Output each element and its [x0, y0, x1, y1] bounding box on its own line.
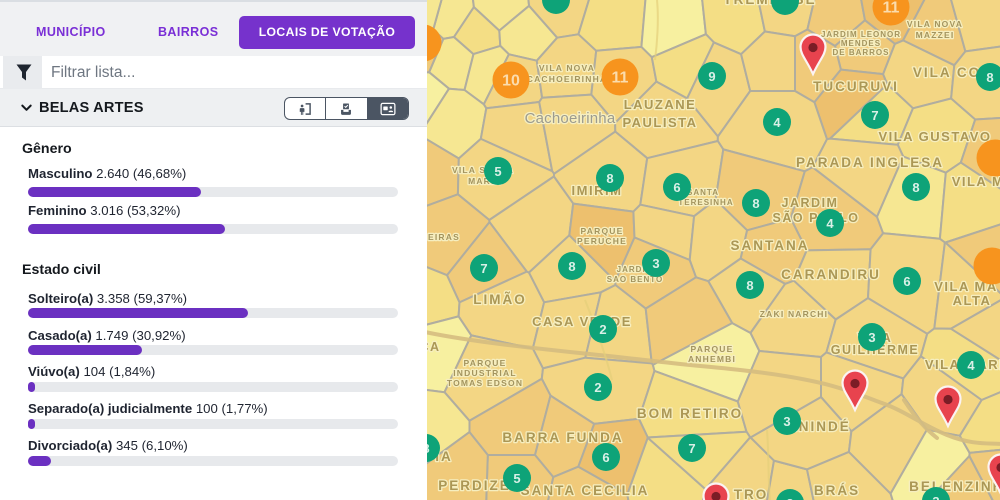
svg-text:8: 8 — [606, 171, 613, 186]
svg-text:ÇA: ÇA — [427, 340, 441, 354]
svg-text:CASA VERDE: CASA VERDE — [532, 314, 632, 329]
svg-text:3: 3 — [868, 330, 875, 345]
svg-text:4: 4 — [967, 358, 975, 373]
svg-text:TOMAS EDSON: TOMAS EDSON — [447, 378, 523, 388]
svg-text:LAUZANE: LAUZANE — [624, 97, 697, 112]
svg-text:BELENZINHO: BELENZINHO — [909, 479, 1000, 494]
svg-text:6: 6 — [602, 450, 609, 465]
svg-text:INDUSTRIAL: INDUSTRIAL — [453, 368, 516, 378]
svg-text:7: 7 — [871, 108, 878, 123]
svg-text:5: 5 — [494, 164, 501, 179]
svg-text:8: 8 — [568, 259, 575, 274]
svg-text:TERESINHA: TERESINHA — [678, 198, 733, 207]
svg-text:TUCURUVI: TUCURUVI — [813, 79, 899, 94]
svg-text:DE BARROS: DE BARROS — [832, 48, 889, 57]
svg-text:BARRA FUNDA: BARRA FUNDA — [502, 430, 623, 445]
svg-text:11: 11 — [883, 0, 900, 17]
svg-text:SANTA: SANTA — [687, 188, 719, 197]
svg-text:6: 6 — [903, 274, 910, 289]
svg-text:Cachoeirinha: Cachoeirinha — [525, 110, 616, 127]
svg-text:SÃO PAULO: SÃO PAULO — [773, 210, 860, 225]
svg-text:VILA NOVA: VILA NOVA — [907, 19, 963, 29]
svg-text:MENDES: MENDES — [841, 39, 881, 48]
svg-text:JARDIM: JARDIM — [782, 196, 839, 210]
svg-text:PARQUE: PARQUE — [691, 344, 734, 354]
svg-text:PAULISTA: PAULISTA — [622, 115, 697, 130]
svg-text:4: 4 — [826, 216, 834, 231]
svg-text:CACHOEIRINHA: CACHOEIRINHA — [527, 74, 608, 84]
svg-text:PARQUE: PARQUE — [464, 358, 507, 368]
svg-text:LIMÃO: LIMÃO — [473, 292, 527, 307]
svg-text:7: 7 — [688, 441, 695, 456]
svg-text:SANTA CECILIA: SANTA CECILIA — [521, 483, 650, 498]
svg-text:7: 7 — [480, 261, 487, 276]
svg-text:VILA CO: VILA CO — [913, 65, 981, 80]
svg-text:MAZZEI: MAZZEI — [916, 30, 955, 40]
svg-text:8: 8 — [752, 196, 759, 211]
svg-text:3: 3 — [932, 494, 939, 500]
svg-text:VILA GUSTAVO: VILA GUSTAVO — [878, 129, 991, 144]
svg-text:TREMEMBÉ: TREMEMBÉ — [723, 0, 816, 7]
svg-text:10: 10 — [502, 73, 520, 90]
svg-text:8: 8 — [427, 441, 430, 456]
svg-text:BRÁS: BRÁS — [814, 483, 860, 498]
svg-text:SANTANA: SANTANA — [731, 238, 810, 253]
svg-text:ANHEMBI: ANHEMBI — [688, 354, 736, 364]
svg-text:8: 8 — [986, 70, 993, 85]
svg-text:3: 3 — [652, 256, 659, 271]
svg-text:5: 5 — [513, 471, 520, 486]
svg-text:3: 3 — [786, 496, 793, 500]
svg-text:8: 8 — [912, 180, 919, 195]
svg-text:VILA NOVA: VILA NOVA — [539, 63, 595, 73]
svg-text:2: 2 — [594, 380, 601, 395]
svg-text:3: 3 — [783, 414, 790, 429]
svg-text:BOM RETIRO: BOM RETIRO — [637, 406, 743, 421]
svg-text:EIRAS: EIRAS — [428, 232, 460, 242]
svg-text:PERUCHE: PERUCHE — [577, 236, 627, 246]
svg-text:9: 9 — [708, 69, 715, 84]
svg-text:11: 11 — [612, 70, 629, 87]
svg-text:PARADA INGLESA: PARADA INGLESA — [796, 155, 944, 170]
svg-text:8: 8 — [746, 278, 753, 293]
svg-text:PARQUE: PARQUE — [581, 226, 624, 236]
svg-text:JARDIM LEONOR: JARDIM LEONOR — [821, 30, 901, 39]
svg-text:CARANDIRU: CARANDIRU — [781, 267, 881, 282]
svg-text:ALTA: ALTA — [953, 293, 992, 308]
svg-text:4: 4 — [773, 115, 781, 130]
svg-text:2: 2 — [599, 322, 606, 337]
svg-text:TRO: TRO — [734, 487, 769, 500]
svg-text:ZAKI NARCHI: ZAKI NARCHI — [760, 309, 828, 319]
svg-text:6: 6 — [673, 180, 680, 195]
